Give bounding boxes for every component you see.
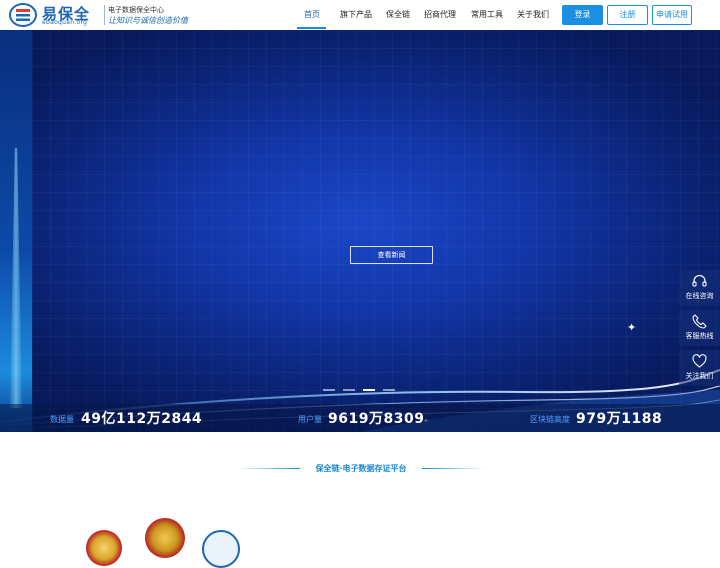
heart-icon — [692, 354, 707, 368]
nav-item-about[interactable]: 关于我们 — [517, 0, 549, 30]
nav-item-products[interactable]: 旗下产品 — [340, 0, 372, 30]
headset-icon — [692, 274, 707, 287]
notary-emblem-icon — [202, 530, 240, 568]
online-consult-button[interactable]: 在线咨询 — [679, 270, 720, 306]
hotline-label: 客服热线 — [685, 332, 714, 340]
online-consult-label: 在线咨询 — [685, 292, 714, 300]
stat-value-data: 49亿112万2844 — [81, 411, 203, 427]
stat-label-data: 数据量 — [50, 415, 74, 424]
carousel-dot[interactable] — [323, 389, 335, 391]
stats-bar: 数据量 49亿112万2844 用户量 9619万8309 区块链高度 979万… — [0, 404, 720, 432]
procuratorate-emblem-icon — [145, 518, 185, 558]
register-button[interactable]: 注册 — [607, 5, 648, 25]
sparkle-icon: ✦ — [627, 321, 637, 334]
site-header: 易保全 ebaoquan.org 电子数据保全中心 让知识与诚信创造价值 首页 … — [0, 0, 720, 30]
nav-item-tools[interactable]: 常用工具 — [471, 0, 503, 30]
trial-button[interactable]: 申请试用 — [652, 5, 692, 25]
follow-us-label: 关注我们 — [685, 372, 714, 380]
hero-banner: ✦ ✦ 查看新闻 数据量 49亿112万2844 用户量 9619万8309 区… — [0, 30, 720, 432]
carousel-dot-active[interactable] — [363, 389, 375, 391]
nav-active-indicator — [297, 27, 326, 29]
court-emblem-icon — [86, 530, 122, 566]
view-news-button[interactable]: 查看新闻 — [350, 246, 433, 264]
carousel-indicators — [323, 389, 395, 393]
nav-item-chain[interactable]: 保全链 — [386, 0, 410, 30]
follow-us-button[interactable]: 关注我们 — [679, 350, 720, 386]
nav-item-home[interactable]: 首页 — [304, 0, 320, 30]
section-heading: 保全链·电子数据存证平台 — [236, 462, 486, 474]
hero-grid-pattern — [32, 30, 720, 432]
stat-value-block-height: 979万1188 — [576, 411, 663, 427]
login-button[interactable]: 登录 — [562, 5, 603, 25]
stat-label-users: 用户量 — [298, 415, 322, 424]
hotline-button[interactable]: 客服热线 — [679, 310, 720, 346]
nav-item-agency[interactable]: 招商代理 — [424, 0, 456, 30]
stat-value-users: 9619万8309 — [328, 411, 425, 427]
heading-line-right — [422, 468, 486, 469]
stat-label-block-height: 区块链高度 — [530, 415, 570, 424]
carousel-dot[interactable] — [383, 389, 395, 391]
carousel-dot[interactable] — [343, 389, 355, 391]
phone-icon — [692, 314, 707, 329]
